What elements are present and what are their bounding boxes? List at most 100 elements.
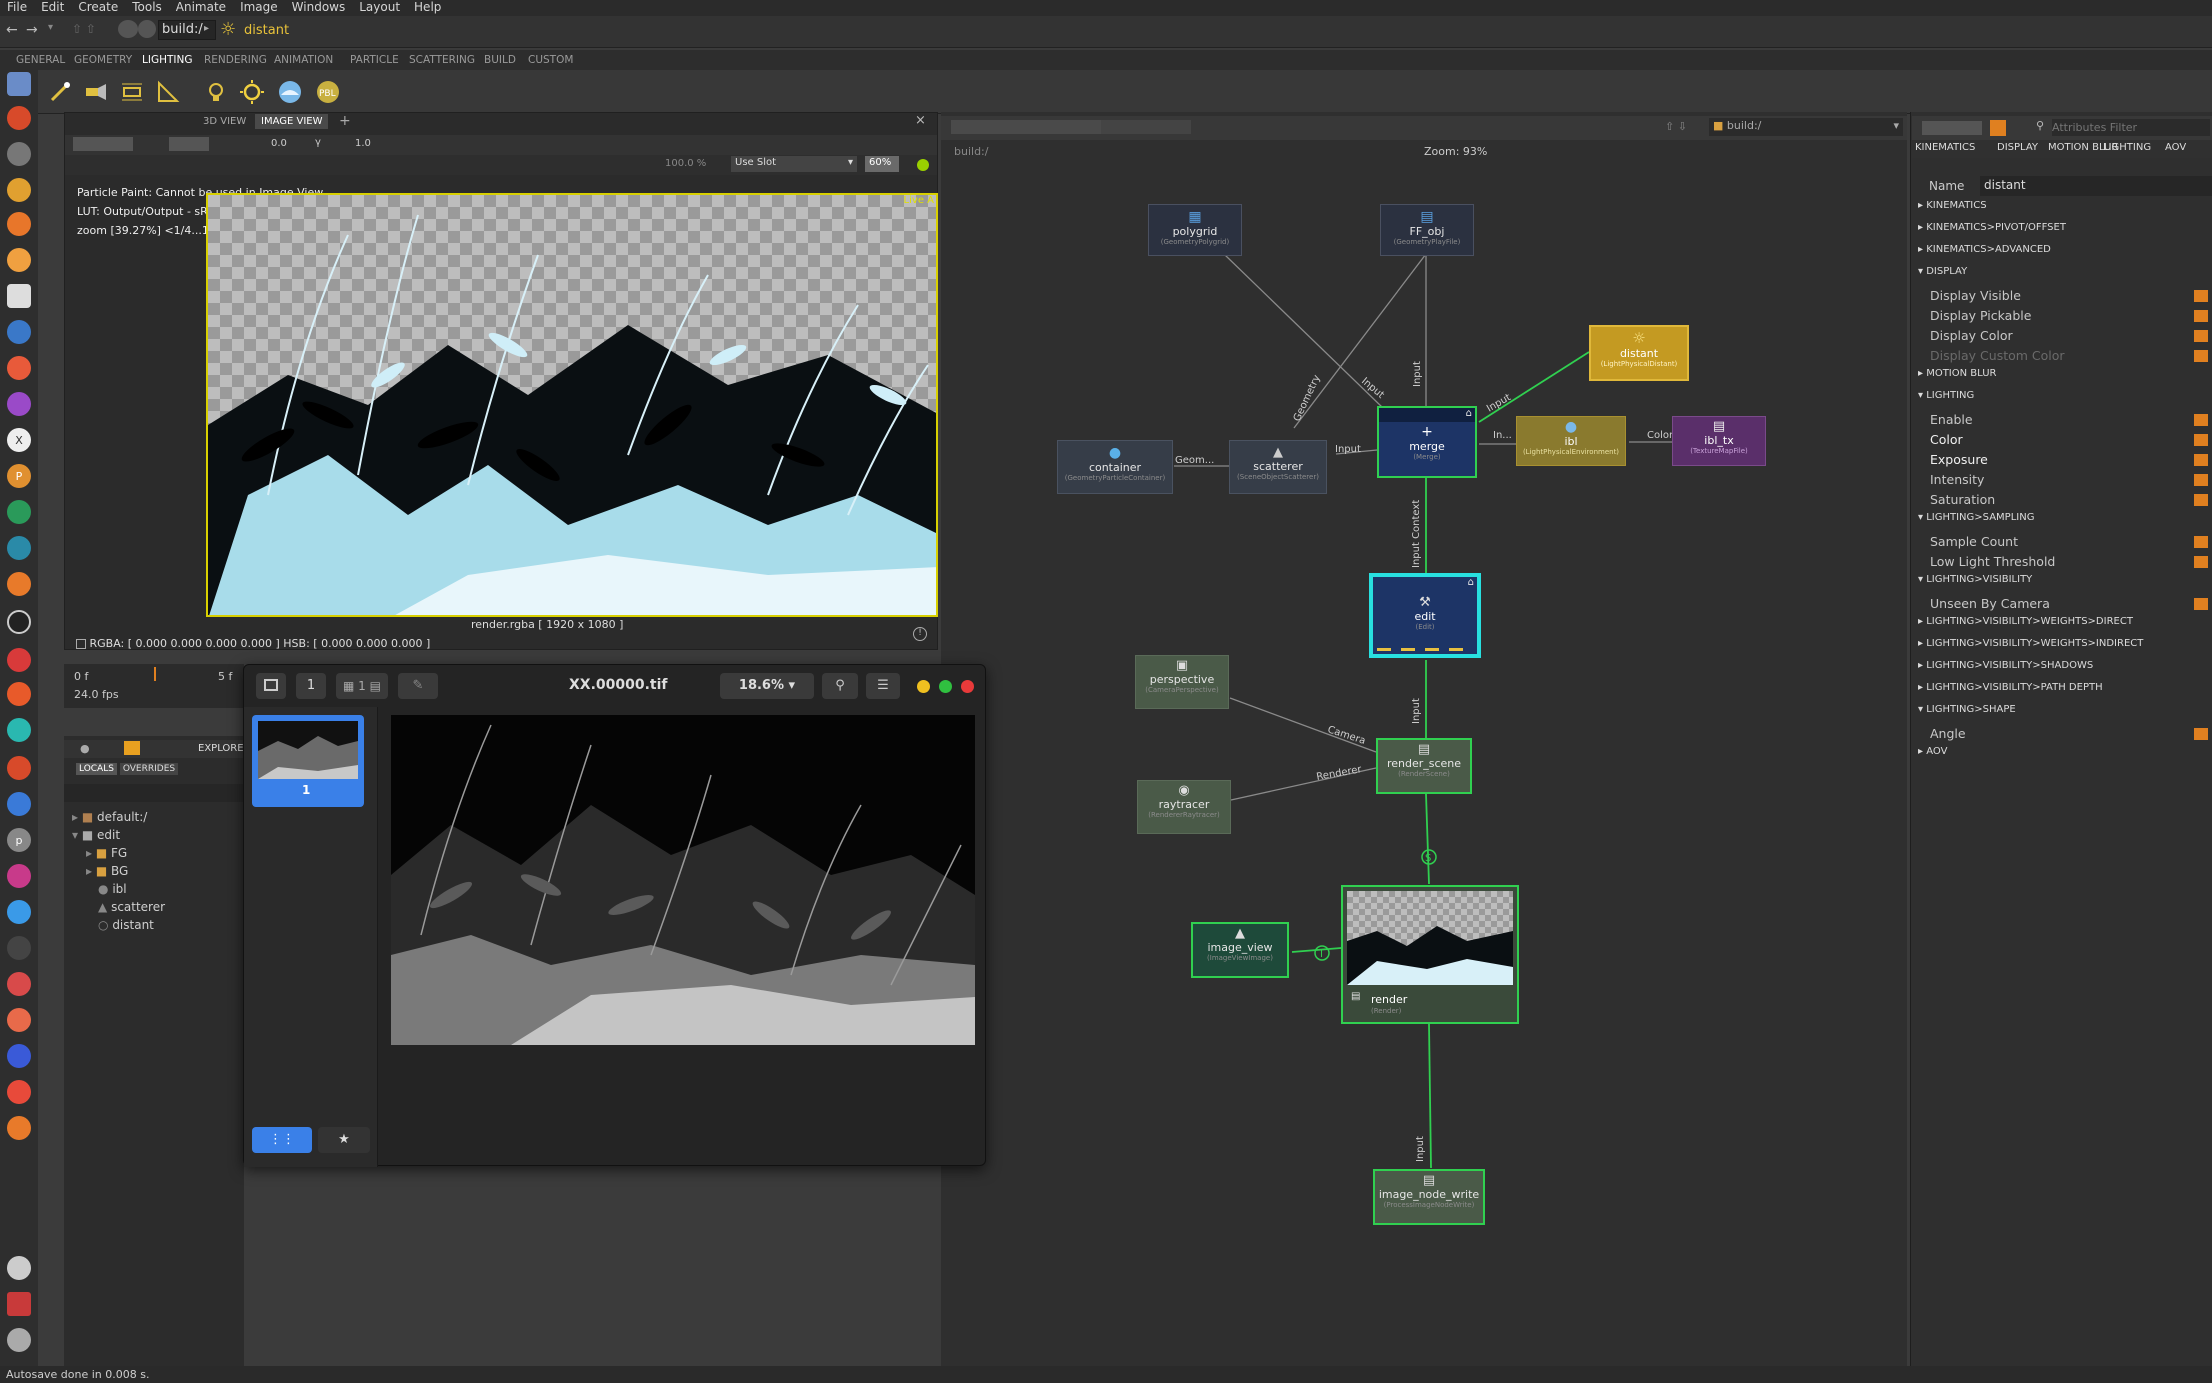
- node-polygrid[interactable]: ▦ polygrid (GeometryPolygrid): [1148, 204, 1242, 256]
- shelf-tab-lighting[interactable]: LIGHTING: [142, 54, 192, 66]
- houdini-app-icon[interactable]: [7, 756, 31, 780]
- node-ff-obj[interactable]: ▤ FF_obj (GeometryPlayFile): [1380, 204, 1474, 256]
- slot-select[interactable]: Use Slot ▾: [731, 156, 857, 172]
- attr-section[interactable]: ▾ LIGHTING>SHAPE: [1918, 704, 2212, 724]
- attr-row[interactable]: Unseen By Camera: [1930, 596, 2212, 616]
- music-app-icon[interactable]: [7, 178, 31, 202]
- menu-image[interactable]: Image: [233, 0, 285, 14]
- attr-override-icon[interactable]: [2194, 414, 2208, 426]
- opacity-field[interactable]: 60%: [865, 156, 899, 172]
- ink-app-icon[interactable]: [7, 1256, 31, 1280]
- node-render[interactable]: ▤ render (Render): [1341, 885, 1519, 1024]
- exposure-value[interactable]: 0.0: [271, 138, 287, 149]
- attr-override-icon[interactable]: [2194, 556, 2208, 568]
- zoom-select[interactable]: 18.6% ▾: [720, 673, 814, 699]
- expand-arrow-icon[interactable]: ▸: [1918, 746, 1926, 757]
- attr-section[interactable]: ▸ KINEMATICS>PIVOT/OFFSET: [1918, 222, 2212, 242]
- expand-arrow-icon[interactable]: ▸: [1918, 638, 1926, 649]
- node-ibl-tx[interactable]: ▤ ibl_tx (TextureMapFile): [1672, 416, 1766, 466]
- game-app-icon[interactable]: [7, 1008, 31, 1032]
- attr-section[interactable]: ▾ LIGHTING>VISIBILITY: [1918, 574, 2212, 594]
- gamma-value[interactable]: 1.0: [355, 138, 371, 149]
- environment-light-icon[interactable]: [274, 76, 306, 108]
- tree-item[interactable]: ○ distant: [72, 916, 165, 934]
- current-node-name[interactable]: distant: [244, 23, 289, 38]
- rocket-app-icon[interactable]: [7, 1328, 31, 1352]
- node-edit[interactable]: ⌂ ⚒ edit (Edit): [1369, 573, 1481, 658]
- node-perspective[interactable]: ▣ perspective (CameraPerspective): [1135, 655, 1229, 709]
- forward-arrow-icon[interactable]: →: [26, 22, 38, 38]
- light-ruler-icon[interactable]: [152, 76, 184, 108]
- attr-section[interactable]: ▸ LIGHTING>VISIBILITY>WEIGHTS>DIRECT: [1918, 616, 2212, 636]
- add-tab-icon[interactable]: +: [339, 113, 351, 129]
- shelf-tab-build[interactable]: BUILD: [484, 54, 516, 66]
- pdf-app-icon[interactable]: [7, 972, 31, 996]
- edit-pencil-button[interactable]: ✎: [398, 673, 438, 699]
- attr-row[interactable]: Exposure: [1930, 452, 2212, 472]
- close-panel-icon[interactable]: ×: [915, 113, 926, 128]
- menu-help[interactable]: Help: [407, 0, 448, 14]
- tab-locals[interactable]: LOCALS: [76, 763, 117, 775]
- attr-row[interactable]: Display Custom Color: [1930, 348, 2212, 368]
- settings-app-icon[interactable]: [7, 142, 31, 166]
- maximize-button[interactable]: [939, 680, 952, 693]
- shelf-tab-scattering[interactable]: SCATTERING: [409, 54, 475, 66]
- menu-button[interactable]: ☰: [866, 673, 900, 699]
- attr-tools-icon[interactable]: [1922, 121, 1982, 135]
- current-frame[interactable]: 0 f: [74, 670, 88, 683]
- node-distant[interactable]: ☼ distant (LightPhysicalDistant): [1589, 325, 1689, 381]
- node-scatterer[interactable]: ▲ scatterer (SceneObjectScatterer): [1229, 440, 1327, 494]
- attr-section[interactable]: ▸ KINEMATICS>ADVANCED: [1918, 244, 2212, 264]
- expand-arrow-icon[interactable]: ▸: [86, 846, 92, 860]
- attr-section[interactable]: ▸ LIGHTING>VISIBILITY>WEIGHTS>INDIRECT: [1918, 638, 2212, 658]
- attr-section[interactable]: ▸ LIGHTING>VISIBILITY>PATH DEPTH: [1918, 682, 2212, 702]
- spot-light-icon[interactable]: [80, 76, 112, 108]
- shelf-tab-general[interactable]: GENERAL: [16, 54, 65, 66]
- attr-override-icon[interactable]: [2194, 330, 2208, 342]
- zoom-field[interactable]: 100.0 %: [665, 158, 706, 169]
- attr-override-icon[interactable]: [2194, 434, 2208, 446]
- attr-override-icon[interactable]: [2194, 494, 2208, 506]
- favorites-button[interactable]: ★: [318, 1127, 370, 1153]
- attr-section[interactable]: ▸ KINEMATICS: [1918, 200, 2212, 220]
- shelf-tab-geometry[interactable]: GEOMETRY: [74, 54, 132, 66]
- expand-arrow-icon[interactable]: ▸: [1918, 222, 1926, 233]
- collapse-arrow-icon[interactable]: ▾: [1918, 390, 1926, 401]
- ubuntu-app-icon[interactable]: [7, 682, 31, 706]
- attr-override-icon[interactable]: [2194, 350, 2208, 362]
- history-dropdown-icon[interactable]: ▾: [48, 22, 53, 33]
- tab-kinematics[interactable]: KINEMATICS: [1915, 142, 1975, 153]
- attr-override-icon[interactable]: [2194, 536, 2208, 548]
- search-button[interactable]: ⚲: [822, 673, 858, 699]
- attr-section[interactable]: ▸ MOTION BLUR: [1918, 368, 2212, 388]
- photo-app-icon[interactable]: [7, 900, 31, 924]
- firefox-app-icon[interactable]: [7, 212, 31, 236]
- teal-app-icon[interactable]: [7, 536, 31, 560]
- attr-row[interactable]: Display Color: [1930, 328, 2212, 348]
- tab-image-view[interactable]: IMAGE VIEW: [255, 114, 329, 129]
- dark-app-icon[interactable]: [7, 936, 31, 960]
- attr-row[interactable]: Color: [1930, 432, 2212, 452]
- expand-arrow-icon[interactable]: ▸: [1918, 368, 1926, 379]
- up-level-icon[interactable]: ⇧ ⇧: [72, 22, 96, 36]
- live-indicator-icon[interactable]: [917, 159, 929, 171]
- expand-arrow-icon[interactable]: ▸: [1918, 660, 1926, 671]
- page-button[interactable]: 1: [296, 673, 326, 699]
- attr-section[interactable]: ▾ DISPLAY: [1918, 266, 2212, 286]
- attr-row[interactable]: Enable: [1930, 412, 2212, 432]
- cyan-app-icon[interactable]: [7, 718, 31, 742]
- shelf-tab-animation[interactable]: ANIMATION: [274, 54, 333, 66]
- attr-override-icon[interactable]: [2194, 454, 2208, 466]
- menu-file[interactable]: File: [0, 0, 34, 14]
- sidebar-toggle-button[interactable]: [256, 673, 286, 699]
- blue-app-icon[interactable]: [7, 792, 31, 816]
- files-app-icon[interactable]: [7, 72, 31, 96]
- attr-row[interactable]: Display Visible: [1930, 288, 2212, 308]
- tab-aov[interactable]: AOV: [2165, 142, 2186, 153]
- p2-app-icon[interactable]: p: [7, 828, 31, 852]
- collapse-arrow-icon[interactable]: ▾: [1918, 266, 1926, 277]
- attr-row[interactable]: Low Light Threshold: [1930, 554, 2212, 574]
- tab-lighting[interactable]: LIGHTING: [2103, 142, 2151, 153]
- attr-override-icon[interactable]: [2194, 474, 2208, 486]
- node-merge[interactable]: ⌂ + merge (Merge): [1377, 406, 1477, 478]
